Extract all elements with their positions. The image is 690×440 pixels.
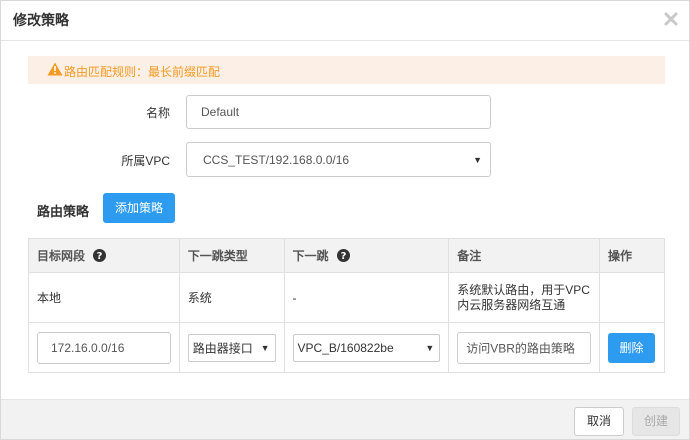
next-hop-type-value: 路由器接口 bbox=[192, 341, 253, 355]
route-match-alert: 路由匹配规则：最长前缀匹配 bbox=[28, 56, 665, 84]
chevron-down-icon: ▼ bbox=[473, 154, 482, 165]
table-edit-row: 172.16.0.0/16 路由器接口 ▼ VPC_B/160822be ▼ 访… bbox=[28, 322, 666, 373]
header-action: 操作 bbox=[598, 238, 666, 273]
table-header-row: 目标网段? 下一跳类型 下一跳? 备注 操作 bbox=[28, 238, 666, 273]
cell-dest-edit: 172.16.0.0/16 bbox=[28, 322, 180, 373]
add-policy-button[interactable]: 添加策略 bbox=[103, 193, 175, 223]
cell-next-hop: - bbox=[283, 272, 450, 323]
header-dest-label: 目标网段 bbox=[37, 249, 86, 263]
table-row: 本地 系统 - 系统默认路由，用于VPC 内云服务器网络互通 bbox=[28, 272, 666, 323]
remark-line: 系统默认路由，用于VPC bbox=[457, 282, 590, 297]
dialog-title: 修改策略 bbox=[13, 12, 69, 28]
dest-input[interactable]: 172.16.0.0/16 bbox=[37, 331, 171, 364]
delete-button[interactable]: 删除 bbox=[607, 332, 655, 363]
close-icon[interactable] bbox=[663, 11, 679, 27]
help-icon[interactable]: ? bbox=[93, 249, 107, 262]
modify-policy-dialog: 修改策略 路由匹配规则：最长前缀匹配 名称 Default 所属VPC CCS_… bbox=[0, 0, 690, 440]
header-next-hop: 下一跳? bbox=[283, 238, 450, 273]
svg-text:?: ? bbox=[97, 251, 103, 262]
vpc-select-value: CCS_TEST/192.168.0.0/16 bbox=[203, 152, 350, 167]
remark-input-value: 访问VBR的路由策略 bbox=[466, 341, 575, 355]
header-next-hop-label: 下一跳 bbox=[292, 249, 329, 263]
chevron-down-icon: ▼ bbox=[425, 342, 435, 353]
name-input-value: Default bbox=[201, 105, 240, 119]
next-hop-select[interactable]: VPC_B/160822be ▼ bbox=[292, 333, 441, 362]
cell-next-hop-edit: VPC_B/160822be ▼ bbox=[283, 322, 450, 373]
warning-icon bbox=[47, 62, 63, 76]
cell-remark-edit: 访问VBR的路由策略 bbox=[448, 322, 600, 373]
next-hop-value: VPC_B/160822be bbox=[297, 340, 394, 355]
create-button[interactable]: 创建 bbox=[632, 407, 680, 436]
cell-action bbox=[598, 272, 666, 323]
cancel-button[interactable]: 取消 bbox=[574, 407, 624, 436]
cell-action-edit: 删除 bbox=[598, 322, 666, 373]
remark-line: 内云服务器网络互通 bbox=[457, 297, 566, 312]
alert-text: 路由匹配规则：最长前缀匹配 bbox=[64, 65, 221, 79]
help-icon[interactable]: ? bbox=[336, 249, 350, 262]
remark-input[interactable]: 访问VBR的路由策略 bbox=[457, 331, 591, 364]
cell-next-hop-type: 系统 bbox=[178, 272, 285, 323]
name-label: 名称 bbox=[145, 106, 170, 120]
cell-next-hop-type-edit: 路由器接口 ▼ bbox=[178, 322, 285, 373]
route-policy-title: 路由策略 bbox=[37, 204, 90, 219]
vpc-select[interactable]: CCS_TEST/192.168.0.0/16 ▼ bbox=[186, 142, 491, 177]
chevron-down-icon: ▼ bbox=[260, 342, 270, 353]
route-policy-table: 目标网段? 下一跳类型 下一跳? 备注 操作 本地 系统 - 系统默认路由，用于… bbox=[28, 238, 666, 373]
header-dest: 目标网段? bbox=[28, 238, 180, 273]
svg-text:?: ? bbox=[340, 251, 346, 262]
dest-input-value: 172.16.0.0/16 bbox=[51, 340, 125, 355]
cell-dest: 本地 bbox=[28, 272, 180, 323]
name-input[interactable]: Default bbox=[186, 95, 491, 129]
vpc-label: 所属VPC bbox=[121, 154, 170, 168]
header-remark: 备注 bbox=[448, 238, 600, 273]
next-hop-type-select[interactable]: 路由器接口 ▼ bbox=[187, 333, 276, 362]
dialog-header: 修改策略 bbox=[1, 1, 689, 41]
cell-remark: 系统默认路由，用于VPC 内云服务器网络互通 bbox=[448, 272, 600, 323]
header-next-hop-type: 下一跳类型 bbox=[178, 238, 285, 273]
